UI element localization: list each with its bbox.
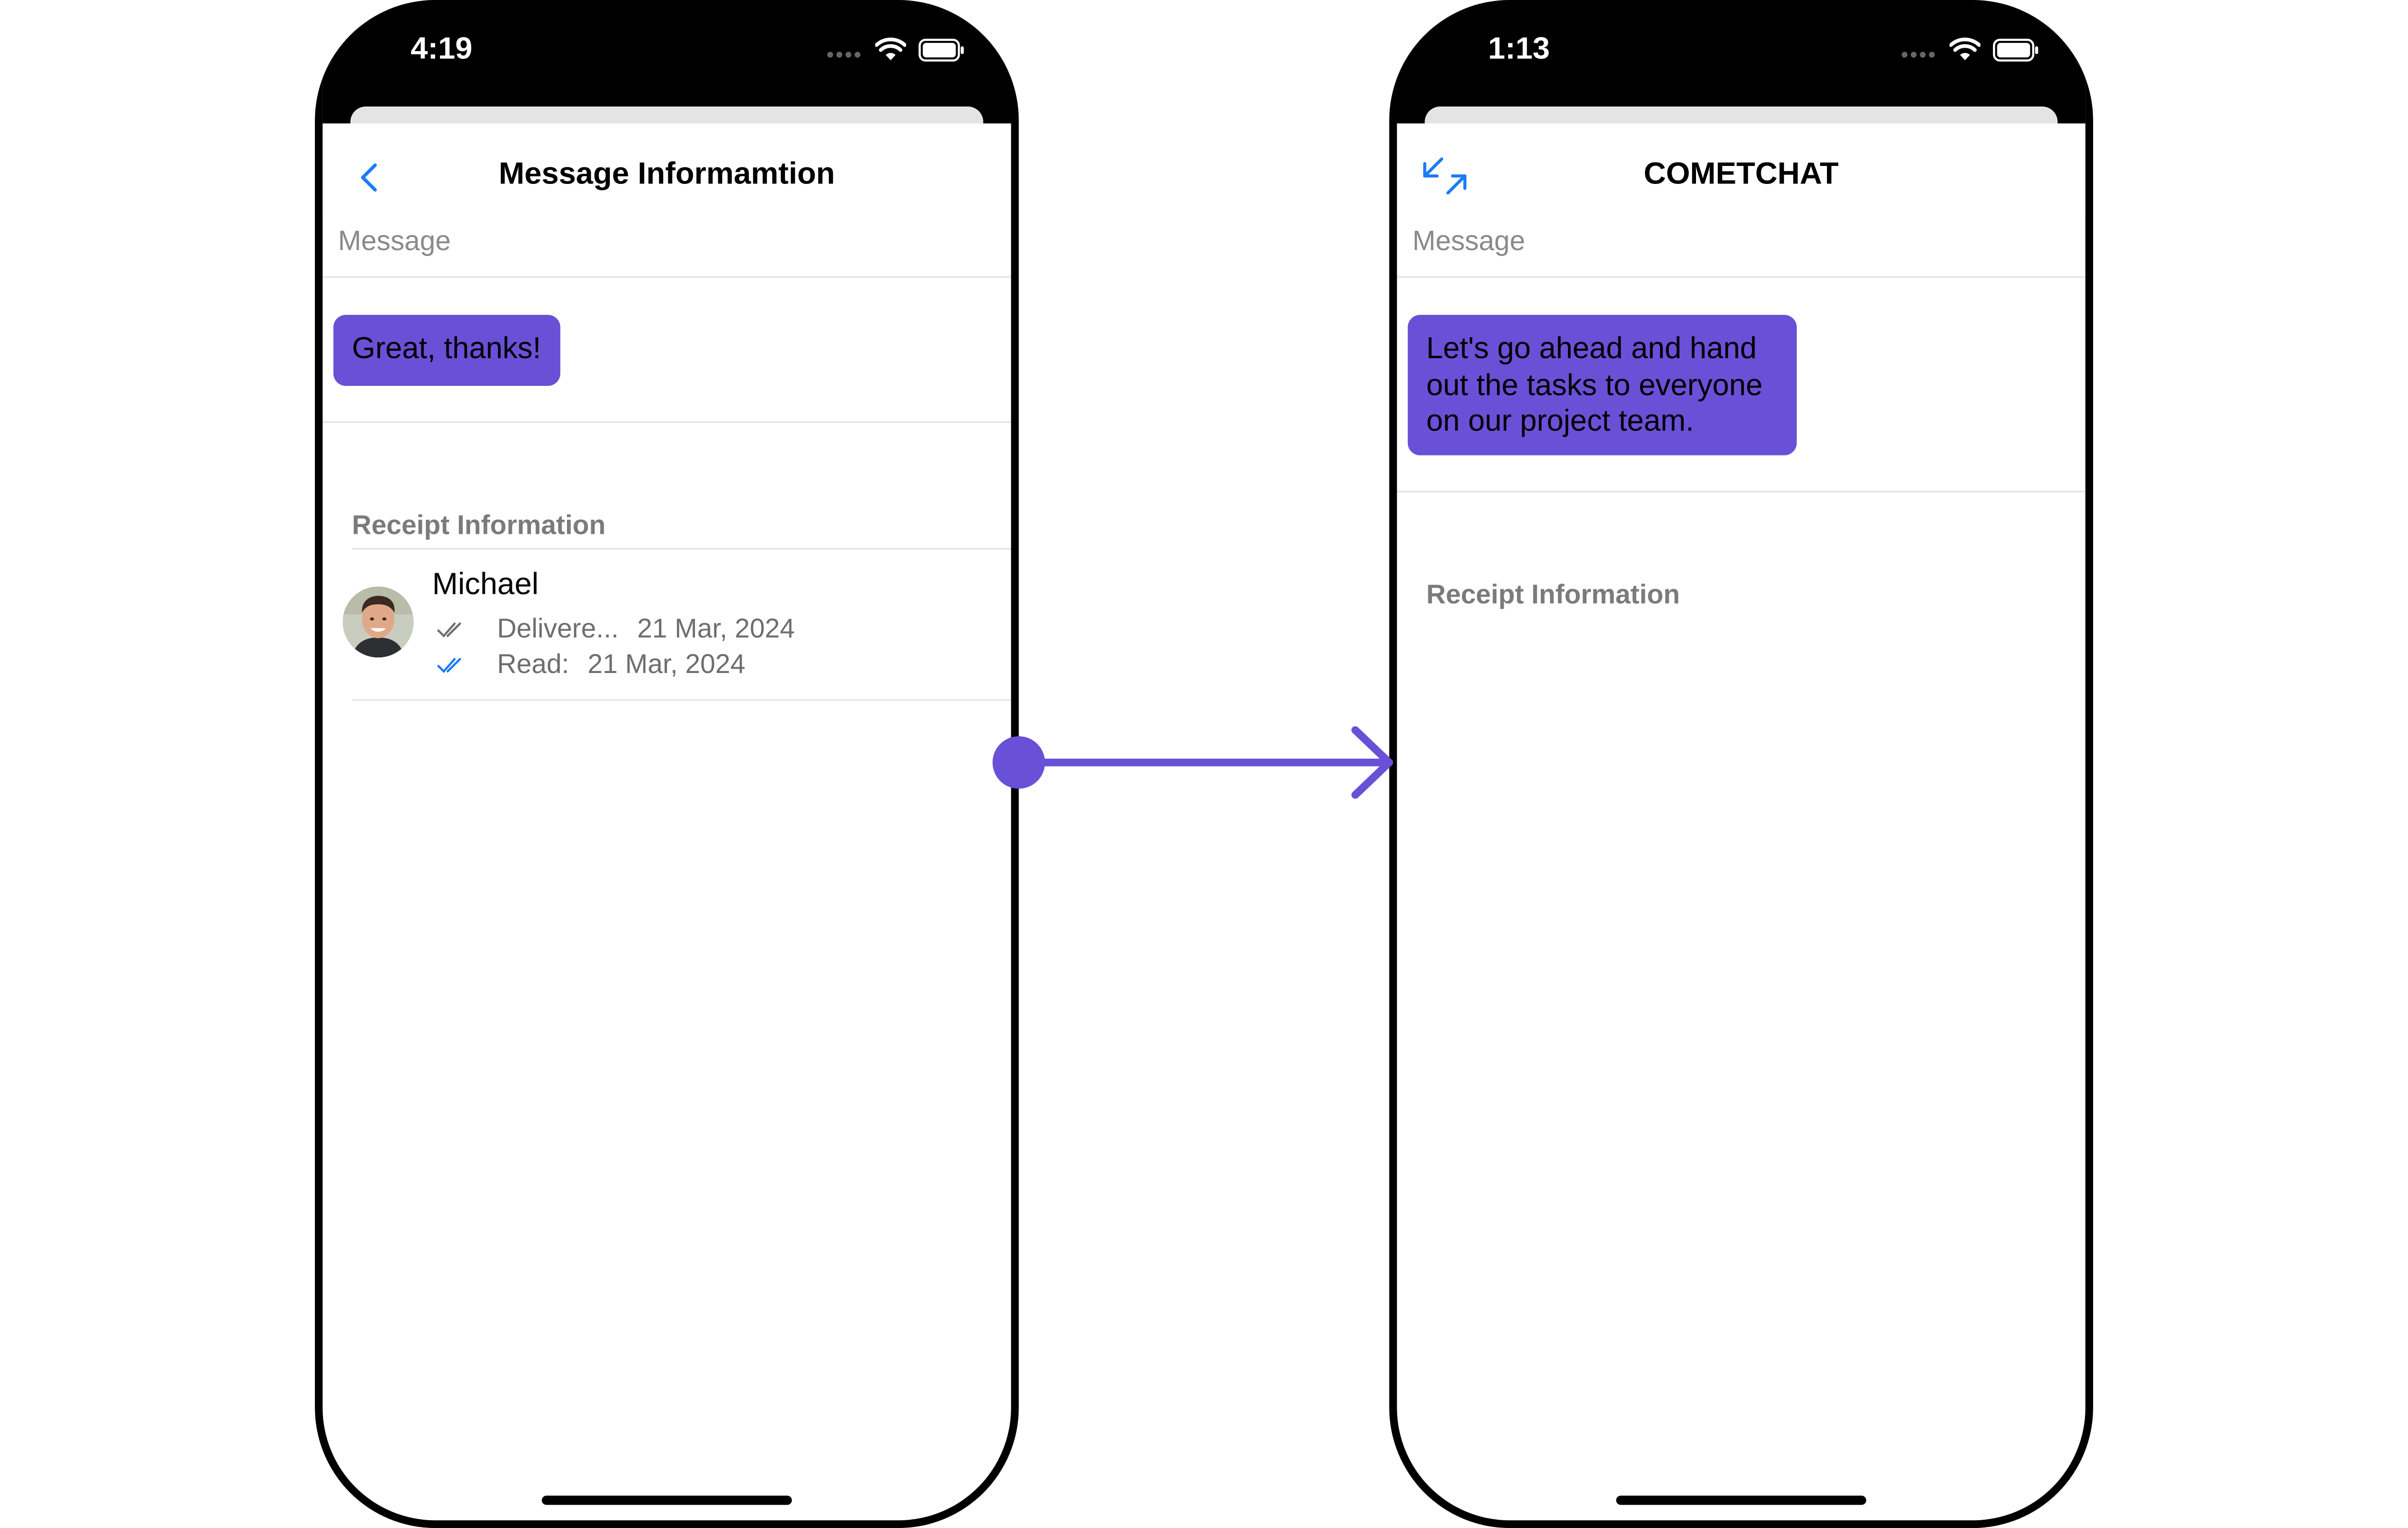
user-avatar-photo bbox=[343, 586, 414, 658]
battery-icon bbox=[1993, 38, 2039, 61]
cellular-dots-icon: •••• bbox=[1900, 41, 1937, 67]
navigation-bar: COMETCHAT bbox=[1397, 123, 2086, 217]
read-label: Read: bbox=[497, 648, 569, 679]
delivered-label: Delivere... bbox=[497, 613, 619, 644]
divider bbox=[352, 699, 1011, 701]
message-section-label: Message bbox=[1412, 225, 1525, 256]
delivered-row: Delivere... 21 Mar, 2024 bbox=[437, 613, 795, 645]
comparison-scene: 4:19 •••• Message Informamtion Message G… bbox=[0, 0, 2408, 1528]
wifi-icon bbox=[1949, 37, 1981, 60]
message-bubble-line: out the tasks to everyone bbox=[1426, 368, 1763, 402]
read-row: Read: 21 Mar, 2024 bbox=[437, 648, 746, 681]
read-date: 21 Mar, 2024 bbox=[587, 648, 746, 679]
status-bar: 4:19 •••• bbox=[322, 0, 1011, 124]
divider bbox=[322, 421, 1011, 423]
message-bubble-line: on our project team. bbox=[1426, 404, 1694, 438]
message-section-label: Message bbox=[338, 225, 451, 256]
receipt-user-name: Michael bbox=[432, 568, 539, 602]
left-phone-frame: 4:19 •••• Message Informamtion Message G… bbox=[315, 0, 1019, 1528]
status-time: 4:19 bbox=[410, 32, 473, 67]
right-screen: 1:13 •••• COMETCHAT Message Let's go ahe… bbox=[1397, 0, 2086, 1521]
avatar bbox=[343, 586, 414, 658]
status-icons: •••• bbox=[1900, 37, 2039, 67]
delivered-date: 21 Mar, 2024 bbox=[637, 613, 795, 644]
delivered-double-tick-icon bbox=[437, 621, 461, 637]
wifi-icon bbox=[875, 37, 906, 60]
cellular-dots-icon: •••• bbox=[826, 41, 863, 67]
page-title: Message Informamtion bbox=[498, 157, 835, 192]
navigation-bar: Message Informamtion bbox=[322, 123, 1011, 217]
home-indicator[interactable] bbox=[542, 1495, 792, 1505]
status-time: 1:13 bbox=[1488, 32, 1550, 67]
divider bbox=[1397, 276, 2086, 278]
divider bbox=[322, 276, 1011, 278]
home-indicator[interactable] bbox=[1616, 1495, 1866, 1505]
message-bubble[interactable]: Let's go ahead and hand out the tasks to… bbox=[1407, 315, 1797, 455]
status-icons: •••• bbox=[826, 37, 965, 67]
receipt-info-heading: Receipt Information bbox=[1426, 579, 1680, 610]
receipt-info-heading: Receipt Information bbox=[352, 509, 606, 541]
message-bubble[interactable]: Great, thanks! bbox=[333, 315, 561, 386]
page-title: COMETCHAT bbox=[1643, 157, 1839, 192]
status-bar: 1:13 •••• bbox=[1397, 0, 2086, 124]
right-phone-frame: 1:13 •••• COMETCHAT Message Let's go ahe… bbox=[1389, 0, 2093, 1528]
read-double-tick-icon bbox=[437, 657, 461, 673]
divider bbox=[352, 547, 1011, 550]
message-bubble-text: Great, thanks! bbox=[352, 331, 541, 366]
divider bbox=[1397, 491, 2086, 492]
message-bubble-line: Let's go ahead and hand bbox=[1426, 331, 1757, 366]
battery-icon bbox=[918, 38, 964, 61]
left-screen: 4:19 •••• Message Informamtion Message G… bbox=[322, 0, 1011, 1521]
